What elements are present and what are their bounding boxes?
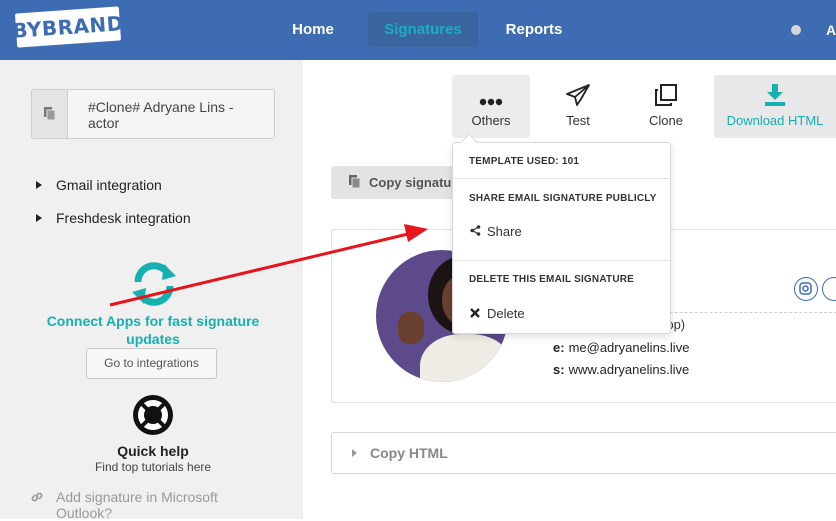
caret-right-icon xyxy=(36,181,42,189)
delete-menu-item[interactable]: Delete xyxy=(469,306,525,321)
share-label: Share xyxy=(487,224,522,239)
signature-selector[interactable]: #Clone# Adryane Lins - actor xyxy=(31,89,275,139)
template-used-label: TEMPLATE USED: 101 xyxy=(469,156,580,167)
copy-icon xyxy=(32,90,68,138)
paper-plane-icon xyxy=(540,75,616,107)
clone-button[interactable]: Clone xyxy=(628,75,704,138)
copy-icon xyxy=(349,175,361,189)
logo-text: BYBRAND xyxy=(11,11,125,43)
others-button[interactable]: Others xyxy=(452,75,530,138)
link-icon xyxy=(31,492,43,502)
sync-icon xyxy=(132,262,176,306)
instagram-icon[interactable] xyxy=(794,277,818,301)
test-button[interactable]: Test xyxy=(540,75,616,138)
site-label: s: xyxy=(553,362,565,377)
share-menu-item[interactable]: Share xyxy=(469,224,522,239)
freshdesk-integration-label: Freshdesk integration xyxy=(56,210,191,226)
clone-icon xyxy=(628,75,704,107)
nav-reports[interactable]: Reports xyxy=(496,12,572,47)
divider xyxy=(453,178,670,179)
copy-signature-label: Copy signature xyxy=(369,175,455,190)
close-icon xyxy=(469,306,481,321)
social-icon[interactable] xyxy=(822,277,836,301)
user-menu[interactable]: A xyxy=(826,22,836,38)
delete-heading: DELETE THIS EMAIL SIGNATURE xyxy=(469,274,635,285)
share-icon xyxy=(469,224,481,239)
site-value: www.adryanelins.live xyxy=(568,362,690,377)
email-value: me@adryanelins.live xyxy=(568,340,690,355)
copy-html-label: Copy HTML xyxy=(370,445,448,461)
others-dropdown-menu: TEMPLATE USED: 101 SHARE EMAIL SIGNATURE… xyxy=(452,133,671,334)
download-html-button[interactable]: Download HTML xyxy=(714,75,836,138)
lifebuoy-icon xyxy=(133,395,173,435)
test-label: Test xyxy=(566,113,590,128)
gmail-integration-label: Gmail integration xyxy=(56,177,162,193)
dots-icon xyxy=(452,75,530,107)
go-to-integrations-button[interactable]: Go to integrations xyxy=(86,348,217,379)
sidebar: #Clone# Adryane Lins - actor Gmail integ… xyxy=(0,60,303,521)
outlook-help-label: Add signature in Microsoft Outlook? xyxy=(56,489,218,521)
quick-help-title[interactable]: Quick help xyxy=(60,443,246,459)
selected-signature-name: #Clone# Adryane Lins - actor xyxy=(88,99,234,131)
caret-right-icon xyxy=(36,214,42,222)
copy-html-panel[interactable]: Copy HTML xyxy=(331,432,836,474)
nav-home[interactable]: Home xyxy=(282,12,344,47)
nav-signatures[interactable]: Signatures xyxy=(368,12,478,47)
freshdesk-integration-toggle[interactable]: Freshdesk integration xyxy=(36,210,191,226)
gmail-integration-toggle[interactable]: Gmail integration xyxy=(36,177,162,193)
site-line: s: www.adryanelins.live xyxy=(553,362,689,377)
others-label: Others xyxy=(471,113,511,128)
status-dot xyxy=(791,25,801,35)
caret-right-icon xyxy=(352,449,357,457)
download-icon xyxy=(714,75,836,107)
top-navbar: BYBRAND Home Signatures Reports A xyxy=(0,0,836,60)
delete-label: Delete xyxy=(487,306,525,321)
quick-help-subtitle: Find top tutorials here xyxy=(94,460,212,474)
share-heading: SHARE EMAIL SIGNATURE PUBLICLY xyxy=(469,193,657,204)
email-line: e: me@adryanelins.live xyxy=(553,340,689,355)
copy-signature-button[interactable]: Copy signature xyxy=(331,166,455,199)
bybrand-logo[interactable]: BYBRAND xyxy=(12,6,125,48)
divider xyxy=(453,260,670,261)
download-html-label: Download HTML xyxy=(726,113,824,128)
connect-apps-text: Connect Apps for fast signature updates xyxy=(46,313,260,347)
clone-label: Clone xyxy=(649,113,683,128)
email-label: e: xyxy=(553,340,565,355)
